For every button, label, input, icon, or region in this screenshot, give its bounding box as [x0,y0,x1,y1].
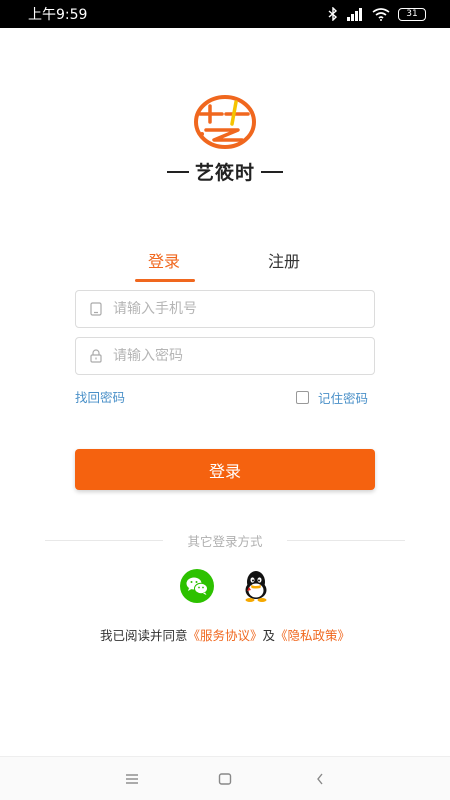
password-input[interactable] [113,348,353,364]
menu-icon [126,774,138,784]
service-agreement-link[interactable]: 《服务协议》 [187,628,262,643]
login-button[interactable]: 登录 [75,449,375,490]
auth-tabs: 登录 注册 [0,248,450,284]
status-icons: 31 [328,7,426,21]
nav-menu-button[interactable] [122,769,142,789]
nav-home-button[interactable] [215,769,235,789]
remember-password[interactable]: 记住密码 [296,388,368,407]
tab-register[interactable]: 注册 [268,248,300,272]
bluetooth-icon [328,7,338,21]
qq-icon[interactable] [239,569,273,603]
forgot-password-link[interactable]: 找回密码 [75,387,125,406]
status-bar: 上午9:59 31 [0,0,450,28]
phone-icon [88,301,104,317]
battery-icon: 31 [398,7,426,21]
system-nav-bar [0,756,450,800]
nav-back-button[interactable] [310,769,330,789]
agreement-prefix: 我已阅读并同意 [99,628,188,643]
privacy-policy-link[interactable]: 《隐私政策》 [275,628,350,643]
agreement-conjunction: 及 [262,628,276,643]
active-tab-indicator [135,279,195,282]
phone-input[interactable] [113,301,353,317]
other-login-divider: 其它登录方式 [45,531,405,549]
cellular-signal-icon [347,7,362,21]
back-chevron-icon [317,773,323,785]
tab-login[interactable]: 登录 [148,248,180,272]
logo-dash-left [166,170,189,173]
remember-checkbox[interactable] [296,391,309,404]
password-field[interactable] [75,337,375,375]
wechat-icon[interactable] [180,569,214,603]
status-time: 上午9:59 [28,7,88,23]
logo-mark-icon [194,95,256,149]
remember-label: 记住密码 [318,391,369,406]
battery-level: 31 [406,8,418,19]
logo-dash-right [261,170,283,173]
phone-field[interactable] [75,290,375,328]
wifi-icon [372,7,390,21]
lock-icon [88,348,104,364]
home-square-icon [218,773,232,785]
logo-wordmark: 艺筱时 [166,158,283,185]
agreement-text: 我已阅读并同意《服务协议》及《隐私政策》 [0,625,450,644]
divider-line-right [287,540,405,541]
app-logo: 艺筱时 [0,94,450,185]
logo-text: 艺筱时 [194,162,255,184]
